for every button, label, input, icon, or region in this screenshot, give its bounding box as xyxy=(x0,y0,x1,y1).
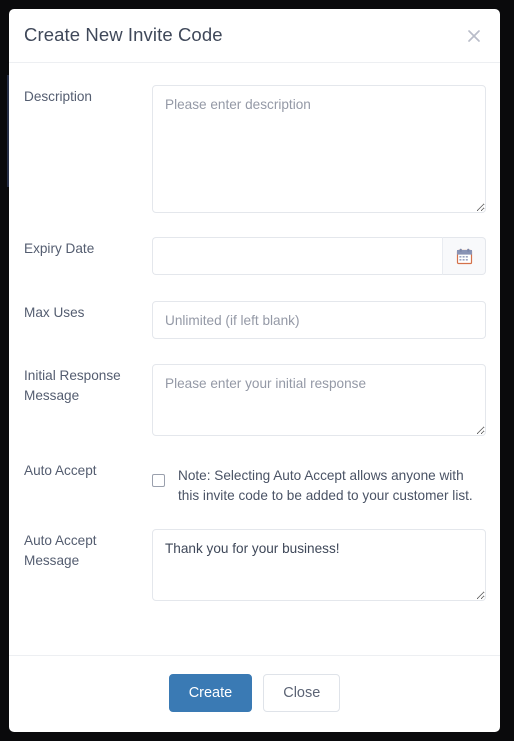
control-max-uses xyxy=(152,301,486,339)
calendar-icon-glyph xyxy=(456,248,472,264)
expiry-date-input[interactable] xyxy=(152,237,442,275)
modal-header: Create New Invite Code xyxy=(9,9,500,63)
close-button[interactable]: Close xyxy=(263,673,341,712)
modal-footer: Create Close xyxy=(9,654,500,732)
auto-accept-checkbox[interactable] xyxy=(152,474,165,487)
control-auto-accept-message xyxy=(152,529,486,601)
description-textarea[interactable] xyxy=(152,85,486,213)
field-row-auto-accept: Auto Accept Note: Selecting Auto Accept … xyxy=(9,459,500,505)
auto-accept-message-textarea[interactable] xyxy=(152,529,486,601)
field-row-description: Description xyxy=(9,85,500,213)
expiry-date-input-group xyxy=(152,237,486,275)
label-auto-accept-message: Auto Accept Message xyxy=(24,533,97,568)
field-row-max-uses: Max Uses xyxy=(9,301,500,339)
auto-accept-note: Note: Selecting Auto Accept allows anyon… xyxy=(178,468,473,503)
initial-response-message-textarea[interactable] xyxy=(152,364,486,436)
max-uses-input[interactable] xyxy=(152,301,486,339)
label-description: Description xyxy=(24,89,92,104)
field-row-initial-response-message: Initial Response Message xyxy=(9,364,500,436)
page-title: Create New Invite Code xyxy=(24,24,223,46)
control-auto-accept: Note: Selecting Auto Accept allows anyon… xyxy=(152,459,486,505)
control-initial-response-message xyxy=(152,364,486,436)
modal-body: Description Expiry Date xyxy=(9,63,500,655)
label-max-uses: Max Uses xyxy=(24,305,85,320)
calendar-icon[interactable] xyxy=(442,237,486,275)
close-icon-glyph xyxy=(468,29,480,42)
label-auto-accept: Auto Accept xyxy=(24,463,97,478)
auto-accept-check-wrap: Note: Selecting Auto Accept allows anyon… xyxy=(152,459,486,505)
label-expiry-date: Expiry Date xyxy=(24,241,95,256)
close-icon[interactable] xyxy=(463,25,485,47)
create-invite-code-modal: Create New Invite Code Description Expir… xyxy=(9,9,500,732)
control-expiry-date xyxy=(152,237,486,275)
field-row-auto-accept-message: Auto Accept Message xyxy=(9,529,500,601)
field-row-expiry-date: Expiry Date xyxy=(9,237,500,275)
label-initial-response-message: Initial Response Message xyxy=(24,368,121,403)
control-description xyxy=(152,85,486,213)
create-button[interactable]: Create xyxy=(168,673,253,712)
